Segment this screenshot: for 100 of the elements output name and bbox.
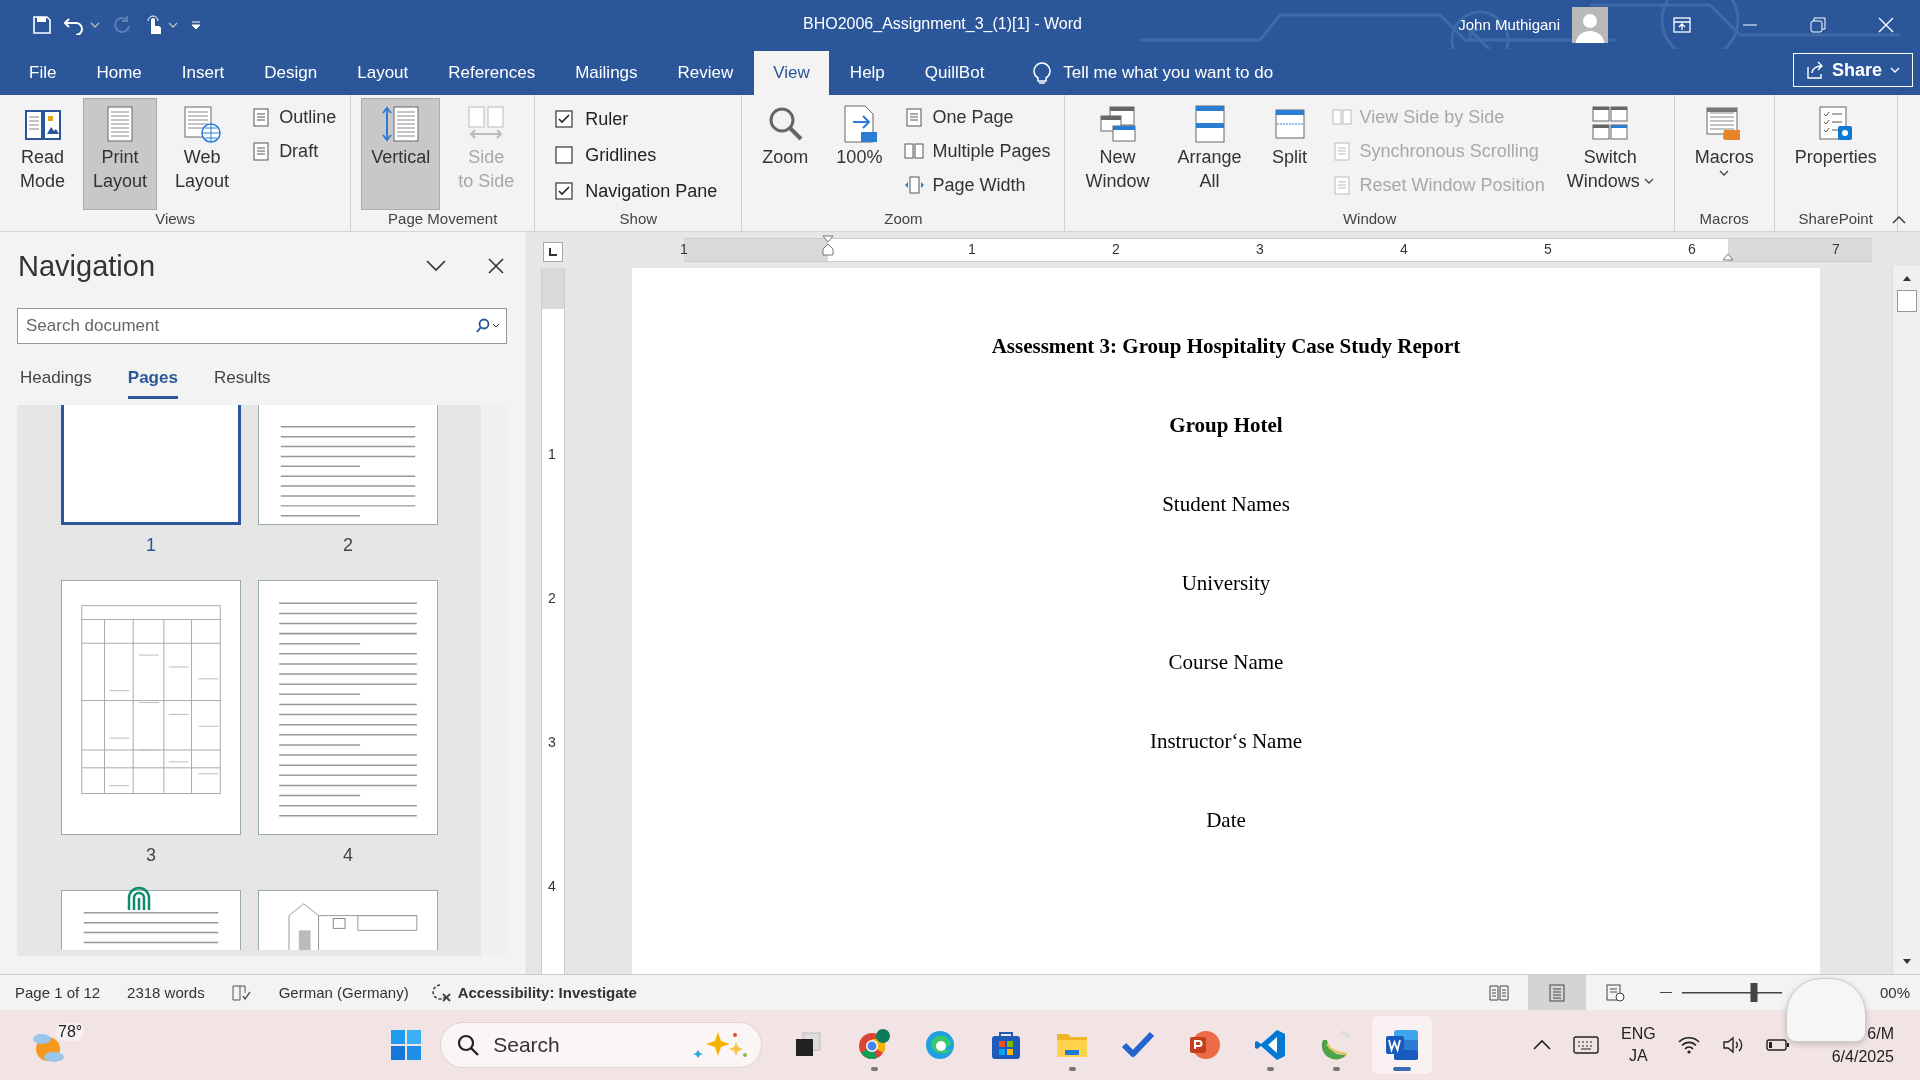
ribbon-button[interactable]: Print Layout [83,98,158,210]
ribbon-tab[interactable]: Mailings [556,51,657,95]
ribbon-button[interactable]: Properties [1784,98,1887,210]
tell-me-field[interactable]: Tell me what you want to do [1061,62,1426,84]
ruler-number: 6 [1688,241,1696,257]
ribbon-button[interactable]: Outline [247,102,341,132]
browser-icon[interactable] [857,1028,892,1062]
scroll-up-icon[interactable] [1901,274,1912,282]
caret-icon [90,20,100,29]
ribbon-button[interactable]: New Window [1075,98,1160,210]
ribbon-button[interactable]: 100% [826,98,893,210]
ribbon-tab[interactable]: Layout [338,51,428,95]
collapse-ribbon-icon[interactable] [1892,215,1906,225]
ribbon-tab[interactable]: Help [830,51,904,95]
start-icon[interactable] [389,1028,424,1062]
ribbon-tab[interactable]: View [754,51,829,95]
ribbon-tab[interactable]: Home [77,51,161,95]
presentation-app-icon[interactable] [1187,1028,1222,1062]
page-thumbnail[interactable] [61,580,241,835]
ribbon-button[interactable]: Split [1259,98,1320,210]
chevron-down-icon[interactable] [426,260,446,272]
page-width-icon [904,175,925,195]
page-thumbnail[interactable] [258,890,438,950]
zoom-level[interactable]: 00% [1880,984,1920,1001]
word-count[interactable]: 2318 words [127,984,205,1001]
ribbon-button[interactable]: Draft [247,136,341,166]
customize-icon[interactable] [190,18,202,31]
search-field[interactable]: Search document [17,308,507,344]
ribbon-button[interactable]: Switch Windows [1556,98,1664,210]
volume-icon[interactable] [1721,1036,1744,1054]
indent-marker-icon[interactable] [1722,253,1734,261]
taskbar-app-button[interactable] [1372,1016,1433,1074]
ruler-number: 1 [968,241,976,257]
indent-marker-icon[interactable] [822,235,834,257]
ribbon-button[interactable]: One Page [900,102,1055,132]
code-editor-icon[interactable] [1253,1028,1288,1062]
ruler-number: 4 [548,878,556,894]
pane-tab[interactable]: Pages [127,368,178,399]
ruler-number: 2 [548,590,556,606]
fingerprint-icon[interactable] [125,884,153,912]
taskbar-search-field[interactable]: Search [440,1022,763,1068]
input-language[interactable]: ENG JA [1621,1023,1656,1067]
checkbox-icon[interactable] [555,146,574,164]
ruler-margin [542,268,564,309]
scrollbar[interactable] [1892,266,1920,974]
pane-tab[interactable]: Headings [20,368,92,399]
vertical-ruler[interactable]: 1 2 3 4 [541,268,565,974]
ribbon-display-icon[interactable] [1673,16,1691,33]
ribbon-tab[interactable]: File [10,51,76,95]
word-app-icon[interactable] [1384,1027,1421,1063]
ribbon-button[interactable]: Arrange All [1167,98,1252,210]
ribbon-tab[interactable]: References [429,51,555,95]
checkbox-icon[interactable] [555,110,574,128]
page-thumbnail[interactable] [61,405,241,525]
proofing-icon[interactable] [231,983,252,1002]
checkbox[interactable]: Ruler [555,104,718,134]
battery-icon[interactable] [1765,1038,1790,1052]
ribbon-button[interactable]: Web Layout [165,98,240,210]
scroll-thumb[interactable] [1896,290,1917,312]
ribbon-tab[interactable]: Insert [162,51,244,95]
caret-up-icon[interactable] [1533,1039,1552,1051]
checkbox[interactable]: Navigation Pane [555,176,718,206]
pane-tab[interactable]: Results [213,368,271,399]
page-thumbnail[interactable] [258,405,438,525]
page-count[interactable]: Page 1 of 12 [15,984,101,1001]
group-label: Window [1341,210,1398,229]
clock-date[interactable]: 6/4/2025 [1831,1045,1894,1068]
slider-thumb[interactable] [1750,983,1758,1002]
close-icon[interactable] [488,258,504,274]
ruler-number: 5 [1544,241,1552,257]
ribbon-button[interactable]: Read Mode [10,98,76,210]
ribbon-button[interactable]: Page Width [900,170,1055,200]
checkbox[interactable]: Gridlines [555,140,718,170]
scroll-down-icon[interactable] [1901,958,1912,966]
save-icon[interactable] [32,14,52,35]
page-thumbnail[interactable] [258,580,438,835]
accessibility-button[interactable]: Accessibility: Investigate [431,982,637,1003]
keyboard-icon[interactable] [1573,1036,1600,1054]
ribbon-tab[interactable]: Design [245,51,337,95]
search-icon [475,318,501,334]
print-layout-button[interactable] [1528,975,1586,1010]
weather-widget[interactable]: 78° [30,1025,85,1065]
document-text: Date [1205,807,1247,834]
wifi-icon[interactable] [1677,1036,1700,1054]
language[interactable]: German (Germany) [278,984,409,1001]
share-button[interactable]: Share [1792,53,1913,87]
document-page[interactable]: Assessment 3: Group Hospitality Case Study Report Group Hotel Student Names University Course Name Instructor‘s Name Date [632,268,1820,974]
checkbox-icon[interactable] [555,182,574,200]
ribbon-button[interactable]: Vertical [361,98,441,210]
ribbon-button[interactable]: Multiple Pages [900,136,1055,166]
ribbon-button[interactable]: Zoom [752,98,819,210]
restore-icon[interactable] [1810,16,1826,33]
ribbon-tab[interactable]: Review [658,51,753,95]
avatar[interactable] [1572,6,1608,43]
ribbon-tab[interactable]: QuillBot [905,51,1004,95]
touch-icon[interactable] [144,13,164,36]
ribbon-button[interactable]: Macros [1684,98,1764,210]
page-icon [1547,983,1567,1002]
page-thumbnail[interactable] [61,890,241,950]
clock-time[interactable]: 6/M [1867,1022,1894,1045]
